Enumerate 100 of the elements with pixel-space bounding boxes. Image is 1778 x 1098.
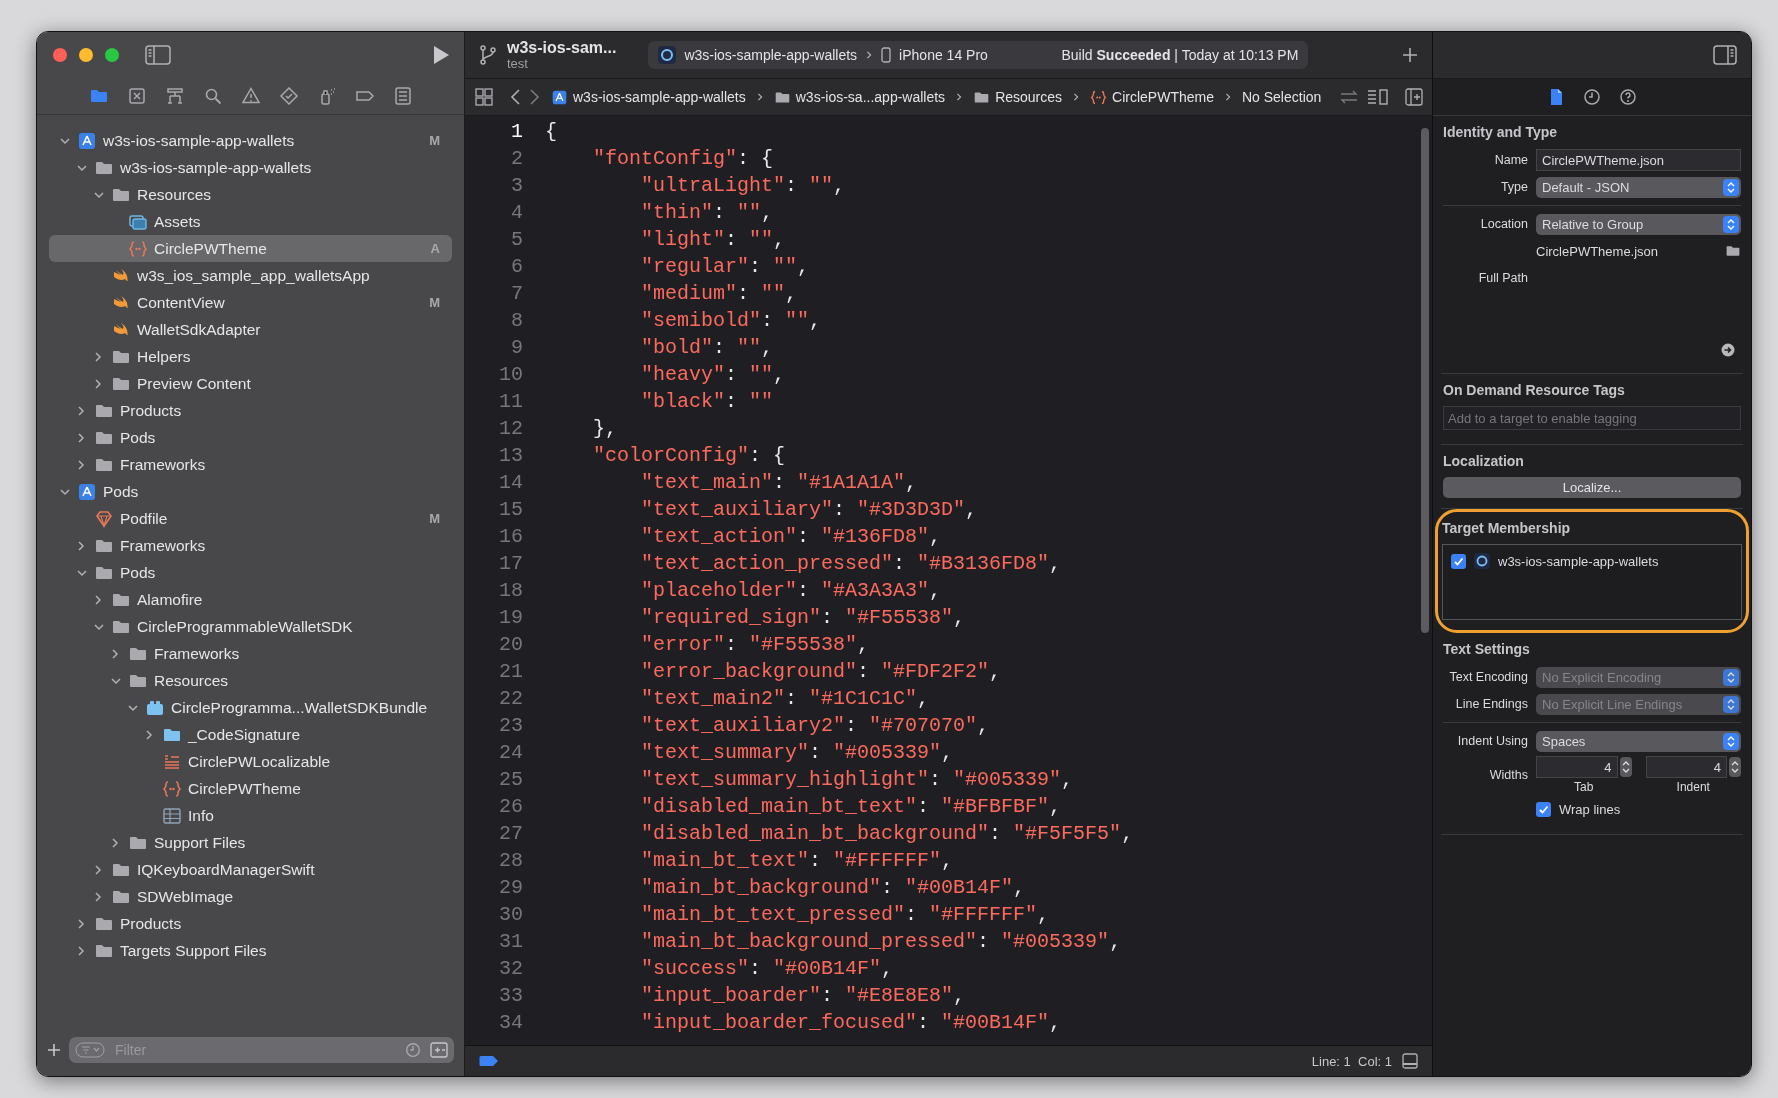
checkmark-icon — [1538, 803, 1549, 815]
list-icon[interactable] — [392, 86, 413, 106]
checkbox[interactable] — [1451, 553, 1466, 569]
localize-button[interactable]: Localize... — [1443, 477, 1741, 498]
scheme-selector[interactable]: w3s-ios-sample-app-wallets — [684, 47, 858, 63]
stepper-icon[interactable] — [1619, 757, 1632, 777]
add-icon[interactable] — [1402, 47, 1418, 63]
tree-row[interactable]: Alamofire — [49, 586, 452, 613]
tags-field[interactable]: Add to a target to enable tagging — [1443, 406, 1741, 430]
tree-row[interactable]: Products — [49, 397, 452, 424]
device-selector[interactable]: iPhone 14 Pro — [899, 47, 988, 63]
swap-arrows-icon[interactable] — [1339, 89, 1360, 105]
tree-row[interactable]: Frameworks — [49, 451, 452, 478]
sidebar-toggle-icon[interactable] — [145, 45, 171, 65]
section-title: Target Membership — [1442, 520, 1572, 536]
line-number: 20 — [498, 633, 523, 656]
add-editor-icon[interactable] — [1405, 88, 1424, 106]
help-icon[interactable] — [1618, 87, 1638, 107]
grid-icon[interactable] — [475, 88, 493, 106]
tree-row[interactable]: w3s-ios-sample-app-wallets — [49, 154, 452, 181]
zoom-button[interactable] — [105, 48, 119, 62]
diamond-check-icon[interactable] — [278, 86, 299, 106]
tree-row[interactable]: Assets — [49, 208, 452, 235]
tree-row[interactable]: CircleProgrammableWalletSDK — [49, 613, 452, 640]
tree-row[interactable]: Products — [49, 910, 452, 937]
tree-row[interactable]: Info — [49, 802, 452, 829]
inspector-toggle-icon[interactable] — [1713, 45, 1737, 65]
tree-row[interactable]: CirclePWTheme — [49, 775, 452, 802]
tree-row[interactable]: Resources — [49, 667, 452, 694]
path-item[interactable]: w3s-ios-sa...app-wallets — [795, 89, 946, 105]
path-item[interactable]: CirclePWTheme — [1112, 89, 1214, 105]
tree-row[interactable]: ContentView M — [49, 289, 452, 316]
clock-icon[interactable] — [1582, 87, 1602, 107]
code-line: "disabled_main_bt_background": "#F5F5F5", — [640, 822, 1134, 845]
tree-row[interactable]: _CodeSignature — [49, 721, 452, 748]
code-line: "text_summary": "#005339", — [640, 741, 954, 764]
folder-icon[interactable] — [1725, 243, 1741, 259]
hierarchy-icon[interactable] — [164, 86, 185, 106]
name-field[interactable]: CirclePWTheme.json — [1536, 149, 1741, 171]
popup-arrows-icon — [1723, 732, 1739, 750]
tree-row[interactable]: SDWebImage — [49, 883, 452, 910]
tree-row[interactable]: Support Files — [49, 829, 452, 856]
line-number: 29 — [498, 876, 523, 899]
play-icon[interactable] — [432, 45, 450, 65]
tree-row[interactable]: Podfile M — [49, 505, 452, 532]
tree-row[interactable]: Preview Content — [49, 370, 452, 397]
number-field[interactable]: 4 — [1645, 756, 1727, 778]
line-number: 9 — [510, 336, 523, 359]
path-item[interactable]: w3s-ios-sample-app-wallets — [573, 89, 746, 105]
filter-menu-icon — [75, 1042, 105, 1058]
back-icon[interactable] — [509, 88, 521, 106]
tree-row[interactable]: w3s-ios-sample-app-wallets M — [49, 127, 452, 154]
tree-row[interactable]: CirclePWTheme A — [49, 235, 452, 262]
code-line: "thin": "", — [640, 201, 774, 224]
tree-row[interactable]: Frameworks — [49, 640, 452, 667]
code-line: "text_auxiliary": "#3D3D3D", — [640, 498, 978, 521]
line-number: 33 — [498, 984, 523, 1007]
field-label: Location — [1479, 217, 1528, 231]
line-number: 4 — [510, 201, 523, 224]
warning-icon[interactable] — [240, 86, 261, 106]
path-item[interactable]: Resources — [995, 89, 1063, 105]
code-line: "input_boarder": "#E8E8E8", — [640, 984, 966, 1007]
line-number: 14 — [498, 471, 523, 494]
tree-row[interactable]: CircleProgramma...WalletSDKBundle — [49, 694, 452, 721]
popup-button[interactable]: Spaces — [1536, 730, 1741, 752]
breakpoint-icon[interactable] — [479, 1055, 499, 1067]
popup-button[interactable]: Relative to Group — [1536, 213, 1741, 235]
branch-icon[interactable] — [479, 44, 497, 66]
code-line: }, — [592, 417, 617, 440]
line-number: 22 — [498, 687, 523, 710]
code-line: "text_auxiliary2": "#707070", — [640, 714, 990, 737]
tree-row[interactable]: Helpers — [49, 343, 452, 370]
stepper-icon[interactable] — [1729, 757, 1741, 777]
arrow-circle-icon[interactable] — [1721, 343, 1735, 357]
add-box-icon[interactable] — [430, 1041, 448, 1059]
tree-row[interactable]: Pods — [49, 424, 452, 451]
debug-area-icon[interactable] — [1402, 1053, 1418, 1069]
number-field[interactable]: 4 — [1536, 756, 1618, 778]
code-line: "main_bt_background_pressed": "#005339", — [640, 930, 1122, 953]
code-line: "text_main": "#1A1A1A", — [640, 471, 918, 494]
tree-row[interactable]: Frameworks — [49, 532, 452, 559]
scroll-bar[interactable] — [1421, 128, 1429, 633]
lines-panel-icon[interactable] — [1367, 88, 1390, 106]
x-square-icon[interactable] — [126, 86, 147, 106]
close-button[interactable] — [53, 48, 67, 62]
tree-row[interactable]: IQKeyboardManagerSwift — [49, 856, 452, 883]
forward-icon[interactable] — [529, 88, 541, 106]
add-icon[interactable] — [47, 1043, 61, 1057]
popup-button[interactable]: Default - JSON — [1536, 176, 1741, 198]
tree-row[interactable]: Targets Support Files — [49, 937, 452, 964]
code-line: "semibold": "", — [640, 309, 822, 332]
tree-row[interactable]: w3s_ios_sample_app_walletsApp — [49, 262, 452, 289]
checkbox[interactable] — [1536, 801, 1551, 817]
tree-row[interactable]: WalletSdkAdapter — [49, 316, 452, 343]
tree-row[interactable]: CirclePWLocalizable — [49, 748, 452, 775]
tree-row[interactable]: Resources — [49, 181, 452, 208]
tree-row[interactable]: Pods — [49, 559, 452, 586]
tree-row[interactable]: Pods — [49, 478, 452, 505]
path-item[interactable]: No Selection — [1241, 89, 1322, 105]
minimize-button[interactable] — [79, 48, 93, 62]
